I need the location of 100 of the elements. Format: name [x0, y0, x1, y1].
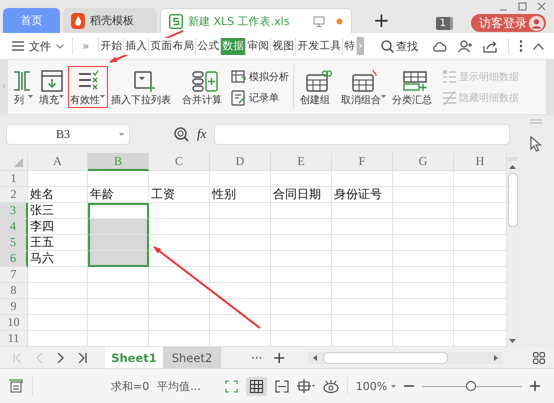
- merge-cells-icon: [191, 69, 219, 93]
- column-header[interactable]: E: [271, 153, 332, 171]
- column-header[interactable]: G: [393, 153, 454, 171]
- apps-icon[interactable]: [533, 352, 545, 364]
- grid-icon: [250, 380, 263, 392]
- login-button[interactable]: 访客登录: [471, 14, 546, 32]
- cursor-icon[interactable]: [530, 136, 542, 152]
- ribbon-tab[interactable]: 公式: [196, 38, 222, 54]
- column-header[interactable]: D: [210, 153, 271, 171]
- table-cell[interactable]: [88, 251, 149, 267]
- next-sheet-icon[interactable]: [57, 352, 64, 362]
- slider-thumb[interactable]: [466, 381, 476, 391]
- sum-text: 求和=0: [111, 378, 150, 394]
- table-cell[interactable]: 姓名: [28, 187, 88, 203]
- table-group-icon: [304, 69, 332, 93]
- zoom-in-icon[interactable]: [530, 381, 540, 391]
- collapse-icon[interactable]: [533, 42, 544, 50]
- ribbon-button[interactable]: 插入下拉列表: [109, 66, 179, 108]
- previous-sheet-icon[interactable]: [36, 352, 43, 362]
- row-header[interactable]: 7: [0, 267, 28, 283]
- function-button[interactable]: fx: [197, 126, 206, 142]
- ribbon-button[interactable]: 分类汇总: [390, 66, 440, 108]
- ribbon-tab[interactable]: 开始: [99, 38, 124, 54]
- split-handle-icon[interactable]: [508, 157, 517, 161]
- ribbon-button[interactable]: 创建组: [298, 66, 338, 108]
- fullscreen-icon[interactable]: [224, 380, 238, 392]
- scroll-up-icon[interactable]: [509, 165, 516, 169]
- row-header[interactable]: 1: [0, 171, 28, 187]
- select-all-corner[interactable]: [0, 153, 28, 171]
- column-header[interactable]: C: [149, 153, 210, 171]
- zoom-level-dropdown[interactable]: 100%: [356, 380, 396, 392]
- scrollbar-thumb[interactable]: [322, 352, 448, 364]
- ribbon-button[interactable]: 记录单: [231, 90, 289, 106]
- page-break-icon[interactable]: [274, 380, 289, 392]
- window-count-badge[interactable]: 1: [436, 16, 453, 30]
- row-header[interactable]: 2: [0, 187, 28, 203]
- horizontal-scrollbar[interactable]: [308, 352, 503, 364]
- name-box[interactable]: B3: [6, 124, 130, 144]
- table-cell[interactable]: 工资: [149, 187, 210, 203]
- row-header[interactable]: 11: [0, 331, 28, 347]
- column-header[interactable]: A: [28, 153, 88, 171]
- maximize-icon[interactable]: [518, 2, 527, 11]
- hide-detail-icon: [441, 90, 457, 106]
- ribbon-tab[interactable]: 审阅: [246, 38, 272, 54]
- share-icon[interactable]: [483, 40, 498, 52]
- ribbon-scroll-strip[interactable]: [546, 60, 554, 114]
- ribbon-button[interactable]: 取消组合: [339, 66, 389, 108]
- ribbon-button[interactable]: 模拟分析: [231, 68, 289, 84]
- menu-icon: [12, 41, 24, 51]
- avatar-icon: [529, 16, 544, 30]
- normal-view-button[interactable]: [246, 376, 267, 396]
- scroll-right-icon[interactable]: [494, 354, 498, 360]
- table-cell[interactable]: 合同日期: [271, 187, 332, 203]
- formula-input[interactable]: [214, 124, 510, 144]
- column-header[interactable]: H: [454, 153, 507, 171]
- drag-handle-icon[interactable]: [530, 119, 542, 124]
- table-cell[interactable]: 性别: [210, 187, 271, 203]
- monitor-icon[interactable]: [313, 16, 325, 26]
- cloud-icon[interactable]: [432, 40, 448, 52]
- zoom-search-icon[interactable]: [174, 126, 189, 142]
- ribbon-tab[interactable]: 特: [343, 38, 358, 54]
- search-button[interactable]: 查找: [380, 38, 418, 54]
- scroll-down-icon[interactable]: [509, 339, 516, 343]
- table-cell[interactable]: [88, 235, 149, 251]
- file-menu[interactable]: 文件: [0, 38, 72, 54]
- ribbon-button[interactable]: 列: [8, 66, 36, 108]
- last-sheet-icon[interactable]: [78, 352, 87, 362]
- first-sheet-icon[interactable]: [13, 352, 22, 362]
- macro-icon[interactable]: [8, 379, 24, 393]
- eye-icon[interactable]: [322, 380, 339, 392]
- sheet-tab[interactable]: Sheet1: [105, 347, 163, 368]
- ribbon-tab[interactable]: 数据: [221, 38, 246, 54]
- table-cell[interactable]: [88, 219, 149, 235]
- ribbon-tab[interactable]: 开发工具: [296, 38, 344, 54]
- new-tab-button[interactable]: +: [363, 8, 400, 32]
- ribbon-tab[interactable]: 视图: [271, 38, 296, 54]
- spreadsheet-icon: [169, 14, 183, 28]
- document-tab[interactable]: 稻壳模板: [63, 8, 157, 33]
- document-tab[interactable]: 新建 XLS 工作表.xls: [160, 8, 352, 33]
- close-icon[interactable]: [537, 2, 546, 11]
- row-header[interactable]: 10: [0, 315, 28, 331]
- column-header[interactable]: F: [332, 153, 393, 171]
- sheet-tab[interactable]: Sheet2: [163, 347, 221, 368]
- ribbon-button[interactable]: 有效性: [68, 66, 108, 108]
- ribbon-tab[interactable]: 页面布局: [149, 38, 196, 54]
- table-cell[interactable]: [88, 203, 149, 219]
- ribbon-button[interactable]: 合并计算: [180, 66, 230, 108]
- scrollbar-thumb[interactable]: [508, 173, 518, 227]
- table-cell[interactable]: 身份证号: [332, 187, 393, 203]
- more-sheets-button[interactable]: ···: [251, 350, 262, 364]
- more-tabs-button[interactable]: »: [73, 39, 98, 53]
- ribbon-button[interactable]: 填充: [37, 66, 67, 108]
- add-sheet-button[interactable]: +: [272, 348, 286, 367]
- more-options-icon[interactable]: [519, 40, 523, 52]
- ribbon-tab[interactable]: 插入: [124, 38, 150, 54]
- row-header[interactable]: 9: [0, 299, 28, 315]
- add-user-icon[interactable]: [458, 40, 473, 52]
- reading-mode-icon[interactable]: [296, 379, 315, 393]
- scroll-left-icon[interactable]: [312, 354, 317, 360]
- row-header[interactable]: 8: [0, 283, 28, 299]
